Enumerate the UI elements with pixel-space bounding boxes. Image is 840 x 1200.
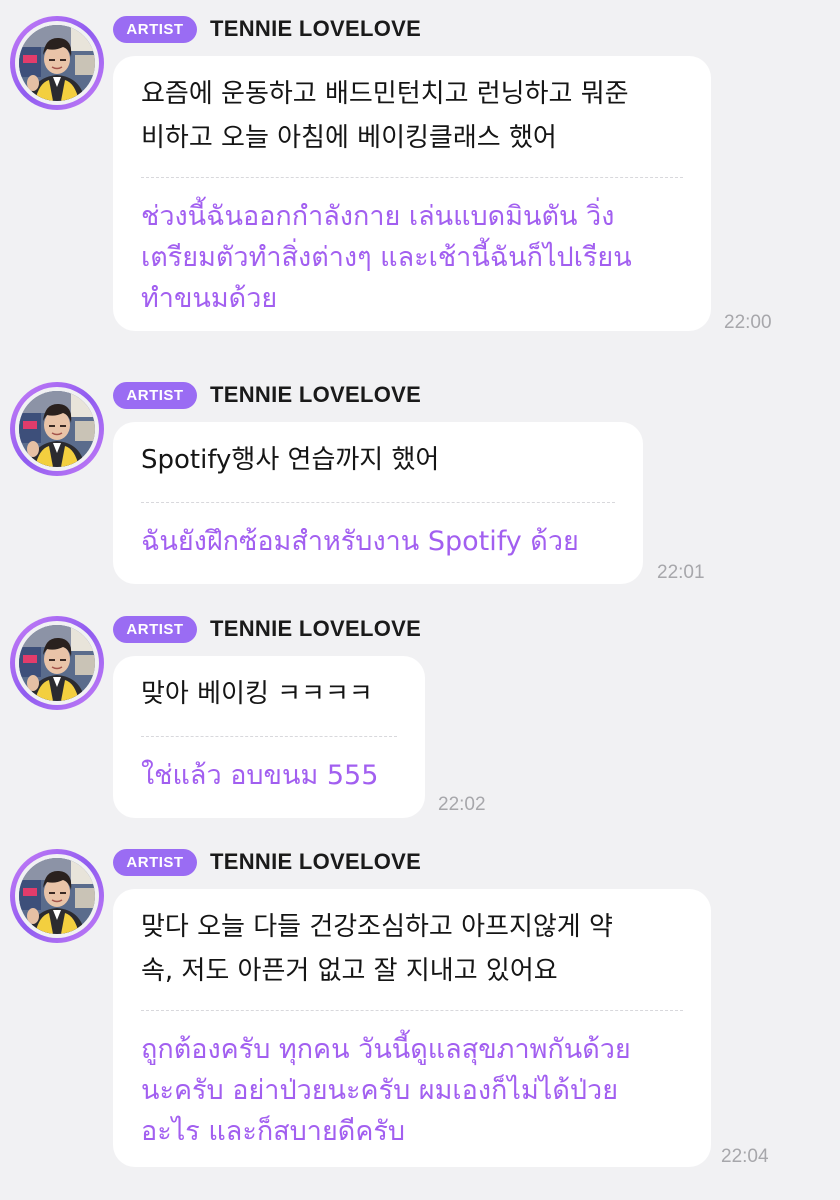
profile-photo-icon: [19, 625, 95, 701]
timestamp: 22:01: [657, 562, 705, 583]
sender-name[interactable]: TENNIE LOVELOVE: [210, 14, 421, 44]
artist-avatar[interactable]: [10, 382, 104, 476]
message-bubble[interactable]: Spotify행사 연습까지 했어 ฉันยังฝึกซ้อมสำหรับงาน…: [113, 422, 643, 584]
sender-name[interactable]: TENNIE LOVELOVE: [210, 847, 421, 877]
sender-name[interactable]: TENNIE LOVELOVE: [210, 380, 421, 410]
original-text: 요즘에 운동하고 배드민턴치고 런닝하고 뭐준 비하고 오늘 아침에 베이킹클래…: [141, 79, 629, 153]
artist-badge: ARTIST: [113, 849, 197, 876]
translation-divider: [141, 502, 615, 503]
profile-photo-icon: [19, 391, 95, 467]
sender-name[interactable]: TENNIE LOVELOVE: [210, 614, 421, 644]
artist-badge: ARTIST: [113, 16, 197, 43]
artist-badge: ARTIST: [113, 616, 197, 643]
translation-divider: [141, 736, 397, 737]
translation-text: ถูกต้องครับ ทุกคน วันนี้ดูแลสุขภาพกันด้ว…: [141, 1034, 631, 1147]
translation-divider: [141, 177, 683, 178]
artist-avatar[interactable]: [10, 849, 104, 943]
timestamp: 22:04: [721, 1146, 769, 1167]
translation-text: ใช่แล้ว อบขนม 555: [141, 760, 379, 791]
timestamp: 22:02: [438, 794, 486, 815]
original-text: Spotify행사 연습까지 했어: [141, 445, 440, 475]
artist-avatar[interactable]: [10, 16, 104, 110]
original-text: 맞아 베이킹 ㅋㅋㅋㅋ: [141, 679, 373, 709]
message-bubble[interactable]: 맞아 베이킹 ㅋㅋㅋㅋ ใช่แล้ว อบขนม 555: [113, 656, 425, 818]
artist-avatar[interactable]: [10, 616, 104, 710]
profile-photo-icon: [19, 25, 95, 101]
message-bubble[interactable]: 맞다 오늘 다들 건강조심하고 아프지않게 약 속, 저도 아픈거 없고 잘 지…: [113, 889, 711, 1167]
translation-text: ช่วงนี้ฉันออกกำลังกาย เล่นแบดมินตัน วิ่ง…: [141, 201, 632, 314]
artist-badge: ARTIST: [113, 382, 197, 409]
message-bubble[interactable]: 요즘에 운동하고 배드민턴치고 런닝하고 뭐준 비하고 오늘 아침에 베이킹클래…: [113, 56, 711, 331]
timestamp: 22:00: [724, 312, 772, 333]
translation-text: ฉันยังฝึกซ้อมสำหรับงาน Spotify ด้วย: [141, 526, 579, 557]
original-text: 맞다 오늘 다들 건강조심하고 아프지않게 약 속, 저도 아픈거 없고 잘 지…: [141, 912, 613, 986]
chat-screen: { "messages": [ { "badge": "ARTIST", "se…: [0, 0, 840, 1200]
translation-divider: [141, 1010, 683, 1011]
profile-photo-icon: [19, 858, 95, 934]
